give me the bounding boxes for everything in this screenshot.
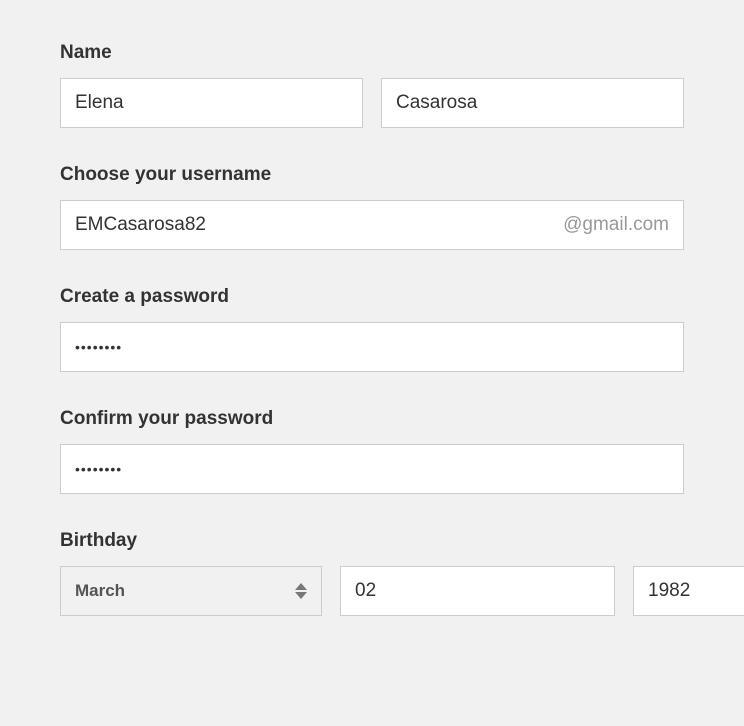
name-label: Name	[60, 42, 684, 64]
confirm-box[interactable]: ••••••••	[60, 444, 684, 494]
birthday-month-select[interactable]: March	[60, 566, 322, 616]
password-group: Create a password ••••••••	[60, 286, 684, 372]
last-name-box	[381, 78, 684, 128]
username-group: Choose your username @gmail.com	[60, 164, 684, 250]
name-row	[60, 78, 684, 128]
confirm-value: ••••••••	[75, 461, 122, 477]
first-name-box	[60, 78, 363, 128]
confirm-group: Confirm your password ••••••••	[60, 408, 684, 494]
birthday-year-input[interactable]	[648, 567, 744, 615]
username-suffix: @gmail.com	[555, 214, 669, 236]
password-label: Create a password	[60, 286, 684, 308]
birthday-month-text: March	[75, 581, 125, 601]
birthday-label: Birthday	[60, 530, 684, 552]
confirm-label: Confirm your password	[60, 408, 684, 430]
name-group: Name	[60, 42, 684, 128]
signup-form: Name Choose your username @gmail.com Cre…	[0, 0, 744, 726]
birthday-day-box	[340, 566, 615, 616]
username-label: Choose your username	[60, 164, 684, 186]
password-box[interactable]: ••••••••	[60, 322, 684, 372]
last-name-input[interactable]	[396, 79, 669, 127]
username-input[interactable]	[75, 201, 555, 249]
birthday-day-input[interactable]	[355, 567, 600, 615]
birthday-row: March	[60, 566, 684, 616]
birthday-group: Birthday March	[60, 530, 684, 616]
username-box: @gmail.com	[60, 200, 684, 250]
updown-icon	[295, 583, 307, 599]
password-value: ••••••••	[75, 339, 122, 355]
first-name-input[interactable]	[75, 79, 348, 127]
birthday-year-box	[633, 566, 744, 616]
